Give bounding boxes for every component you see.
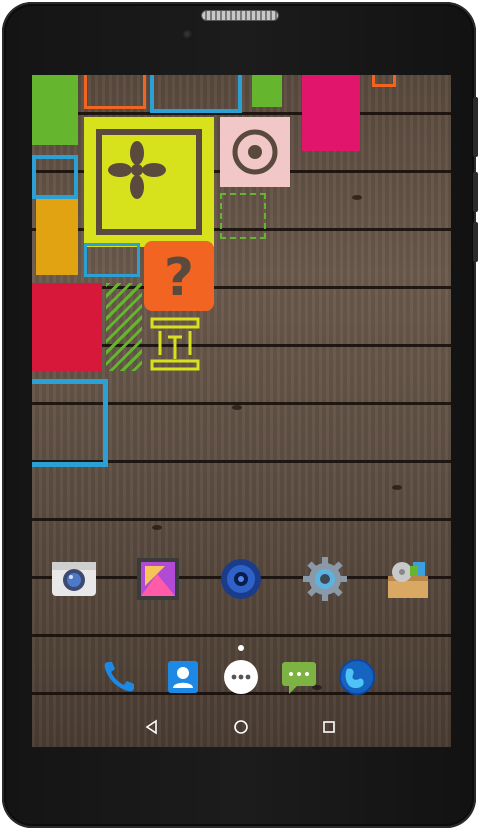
front-camera — [183, 30, 193, 40]
tablet-device: ? — [2, 2, 478, 828]
music-icon — [221, 559, 261, 599]
home-button[interactable] — [229, 715, 253, 739]
recents-button[interactable] — [317, 715, 341, 739]
question-mark-icon: ? — [164, 248, 194, 308]
wallpaper-tile-yellow-pillar — [150, 317, 200, 371]
wood-knot — [232, 405, 242, 410]
home-circle-icon — [234, 720, 248, 734]
navigation-bar — [32, 707, 451, 747]
wallpaper-tile-orange-question: ? — [144, 241, 214, 311]
wallpaper-tile-yellow-flower — [84, 117, 214, 247]
app-drawer-button[interactable] — [221, 657, 261, 697]
back-button[interactable] — [140, 715, 164, 739]
screen: ? — [32, 75, 451, 747]
flower-ornament-icon — [108, 141, 166, 199]
file-manager-app-icon[interactable] — [385, 556, 431, 602]
contacts-app-icon[interactable] — [163, 657, 203, 697]
wood-knot — [352, 195, 362, 200]
camera-icon — [52, 562, 96, 596]
gallery-app-icon[interactable] — [135, 556, 181, 602]
wallpaper-tile-red-ornament — [32, 283, 102, 371]
messaging-app-icon[interactable] — [279, 657, 319, 697]
wallpaper-tile-orange-ornament — [84, 75, 146, 109]
power-button[interactable] — [473, 97, 478, 157]
contacts-icon — [168, 661, 198, 693]
wallpaper-tile-pink-ornament — [220, 117, 290, 187]
gallery-icon — [137, 558, 179, 600]
wood-knot — [392, 485, 402, 490]
wallpaper-tile-green — [32, 75, 78, 145]
pillar-ornament-icon — [150, 317, 200, 371]
recents-square-icon — [323, 721, 335, 733]
wallpaper-tile-green-outline — [220, 193, 266, 239]
wallpaper-tile-green-small — [252, 75, 282, 107]
wallpaper-tile-orange-small — [372, 75, 396, 87]
browser-app-icon[interactable] — [337, 657, 377, 697]
messaging-icon — [282, 662, 316, 694]
app-drawer-icon — [224, 660, 258, 694]
page-indicator-dot — [238, 645, 244, 651]
svg-text:?: ? — [164, 248, 194, 308]
mandala-ornament-icon — [232, 129, 278, 175]
back-triangle-icon — [145, 719, 157, 735]
wallpaper-tile-cyan-frame — [150, 75, 242, 113]
browser-globe-icon — [339, 659, 375, 695]
wallpaper-tile-cyan-frame-large — [32, 379, 108, 467]
wallpaper-tile-green-stripes — [106, 283, 142, 371]
wood-knot — [152, 525, 162, 530]
earpiece-speaker — [202, 11, 278, 20]
wallpaper-tile-pink — [302, 75, 360, 151]
phone-app-icon[interactable] — [99, 657, 139, 697]
settings-app-icon[interactable] — [302, 556, 348, 602]
volume-down-button[interactable] — [473, 222, 478, 262]
music-app-icon[interactable] — [218, 556, 264, 602]
wallpaper-tile-amber-envelope — [36, 199, 78, 275]
volume-up-button[interactable] — [473, 172, 478, 212]
camera-app-icon[interactable] — [51, 556, 97, 602]
wallpaper-tile-cyan-envelope — [84, 243, 140, 277]
file-manager-icon — [388, 562, 428, 598]
wallpaper-tile-cyan-maze — [32, 155, 78, 199]
settings-gear-icon — [303, 557, 347, 601]
phone-icon — [104, 662, 134, 692]
